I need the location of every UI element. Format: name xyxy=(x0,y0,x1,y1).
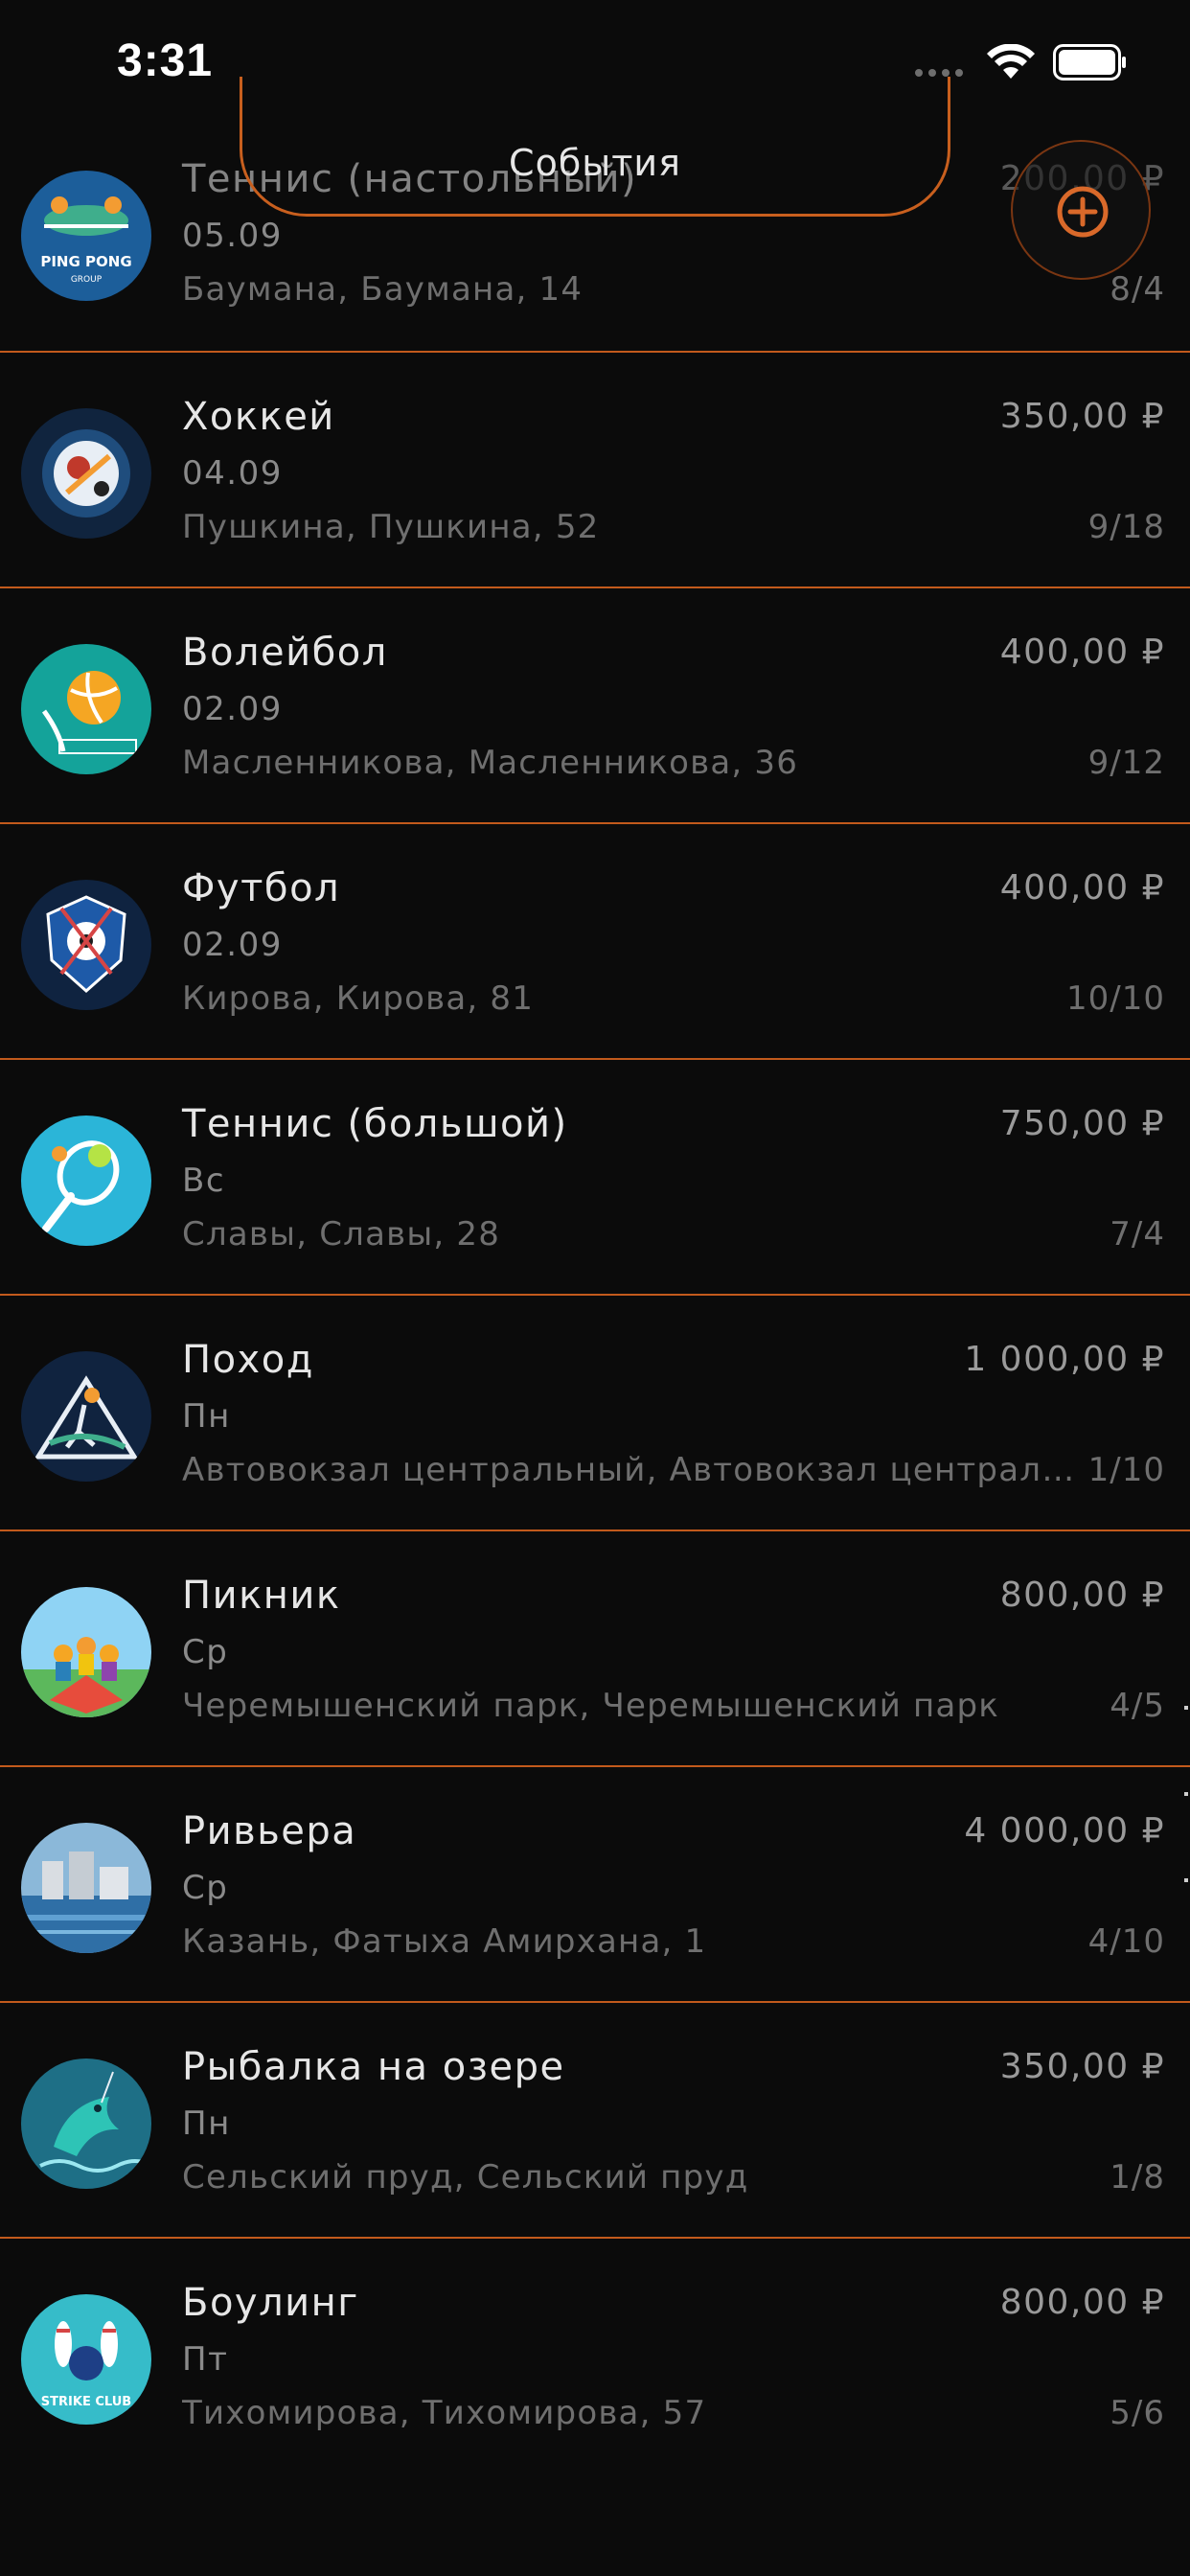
event-date: 04.09 xyxy=(182,454,283,493)
event-title: Ривьера xyxy=(182,1809,357,1853)
event-date: Вс xyxy=(182,1162,226,1200)
event-title: Рыбалка на озере xyxy=(182,2045,565,2089)
event-participants-count: 1/10 xyxy=(1087,1451,1165,1489)
event-address: Пушкина, Пушкина, 52 xyxy=(182,508,600,546)
event-title: Боулинг xyxy=(182,2281,359,2325)
event-avatar-riviera xyxy=(21,1823,151,1953)
event-price: 4 000,00 ₽ xyxy=(964,1811,1165,1851)
list-item[interactable]: Пикник Ср Черемышенский парк, Черемышенс… xyxy=(0,1531,1190,1767)
event-participants-count: 7/4 xyxy=(1110,1215,1165,1254)
event-title: Теннис (большой) xyxy=(182,1102,568,1146)
event-participants-count: 8/4 xyxy=(1110,270,1165,309)
event-participants-count: 10/10 xyxy=(1066,979,1165,1018)
event-avatar-volleyball xyxy=(21,644,151,774)
event-title: Пикник xyxy=(182,1574,341,1618)
event-title: Волейбол xyxy=(182,631,388,675)
svg-text:GROUP: GROUP xyxy=(71,275,103,285)
event-avatar-hockey xyxy=(21,408,151,539)
header-pill: События xyxy=(240,77,950,217)
event-price: 350,00 ₽ xyxy=(999,2047,1165,2086)
events-list: PING PONG GROUP Теннис (настольный) 05.0… xyxy=(0,115,1190,2474)
event-participants-count: 9/18 xyxy=(1087,508,1165,546)
event-date: Ср xyxy=(182,1633,229,1671)
plus-circle-icon xyxy=(1057,186,1109,238)
event-avatar-picnic xyxy=(21,1587,151,1717)
logo-text: PING PONG xyxy=(40,253,131,270)
event-address: Славы, Славы, 28 xyxy=(182,1215,501,1254)
event-address: Баумана, Баумана, 14 xyxy=(182,270,584,309)
event-date: 02.09 xyxy=(182,926,283,964)
event-address: Масленникова, Масленникова, 36 xyxy=(182,744,799,782)
event-date: Пт xyxy=(182,2340,229,2379)
event-address: Черемышенский парк, Черемышенский парк xyxy=(182,1687,1000,1725)
list-item[interactable]: Футбол 02.09 Кирова, Кирова, 81 400,00 ₽… xyxy=(0,824,1190,1060)
list-item[interactable]: Поход Пн Автовокзал центральный, Автовок… xyxy=(0,1296,1190,1531)
event-title: Поход xyxy=(182,1338,314,1382)
event-address: Автовокзал центральный, Автовокзал центр… xyxy=(182,1451,1083,1489)
add-event-button[interactable] xyxy=(1011,140,1151,280)
event-address: Кирова, Кирова, 81 xyxy=(182,979,535,1018)
event-address: Тихомирова, Тихомирова, 57 xyxy=(182,2394,707,2432)
event-price: 400,00 ₽ xyxy=(999,632,1165,672)
event-address: Казань, Фатыха Амирхана, 1 xyxy=(182,1922,707,1961)
event-participants-count: 5/6 xyxy=(1110,2394,1165,2432)
event-price: 800,00 ₽ xyxy=(999,2283,1165,2322)
list-item[interactable]: Волейбол 02.09 Масленникова, Масленников… xyxy=(0,588,1190,824)
list-item[interactable]: Ривьера Ср Казань, Фатыха Амирхана, 1 4 … xyxy=(0,1767,1190,2003)
event-price: 400,00 ₽ xyxy=(999,868,1165,908)
page-title: События xyxy=(509,142,681,184)
event-title: Хоккей xyxy=(182,395,335,439)
event-date: 05.09 xyxy=(182,217,283,255)
event-participants-count: 1/8 xyxy=(1110,2158,1165,2196)
list-item[interactable]: STRIKE CLUB Боулинг Пт Тихомирова, Тихом… xyxy=(0,2239,1190,2474)
event-title: Футбол xyxy=(182,866,341,910)
event-date: 02.09 xyxy=(182,690,283,728)
event-price: 1 000,00 ₽ xyxy=(964,1340,1165,1379)
wifi-icon xyxy=(987,43,1035,84)
status-time: 3:31 xyxy=(117,35,214,86)
scroll-indicator[interactable] xyxy=(1184,1706,1190,1965)
list-item[interactable]: Рыбалка на озере Пн Сельский пруд, Сельс… xyxy=(0,2003,1190,2239)
event-price: 350,00 ₽ xyxy=(999,397,1165,436)
battery-icon xyxy=(1053,44,1128,84)
event-avatar-football xyxy=(21,880,151,1010)
list-item[interactable]: Хоккей 04.09 Пушкина, Пушкина, 52 350,00… xyxy=(0,353,1190,588)
event-date: Пн xyxy=(182,1397,231,1436)
event-avatar-ping-pong: PING PONG GROUP xyxy=(21,171,151,301)
cellular-signal-icon xyxy=(915,69,963,77)
event-participants-count: 4/10 xyxy=(1087,1922,1165,1961)
event-price: 800,00 ₽ xyxy=(999,1576,1165,1615)
event-avatar-tennis xyxy=(21,1116,151,1246)
event-participants-count: 9/12 xyxy=(1087,744,1165,782)
list-item[interactable]: Теннис (большой) Вс Славы, Славы, 28 750… xyxy=(0,1060,1190,1296)
event-participants-count: 4/5 xyxy=(1110,1687,1165,1725)
event-date: Пн xyxy=(182,2104,231,2143)
event-avatar-fishing xyxy=(21,2058,151,2189)
event-date: Ср xyxy=(182,1869,229,1907)
event-address: Сельский пруд, Сельский пруд xyxy=(182,2158,749,2196)
event-price: 750,00 ₽ xyxy=(999,1104,1165,1143)
logo-text: STRIKE CLUB xyxy=(41,2395,131,2409)
event-avatar-hiking xyxy=(21,1351,151,1482)
event-avatar-bowling: STRIKE CLUB xyxy=(21,2294,151,2425)
